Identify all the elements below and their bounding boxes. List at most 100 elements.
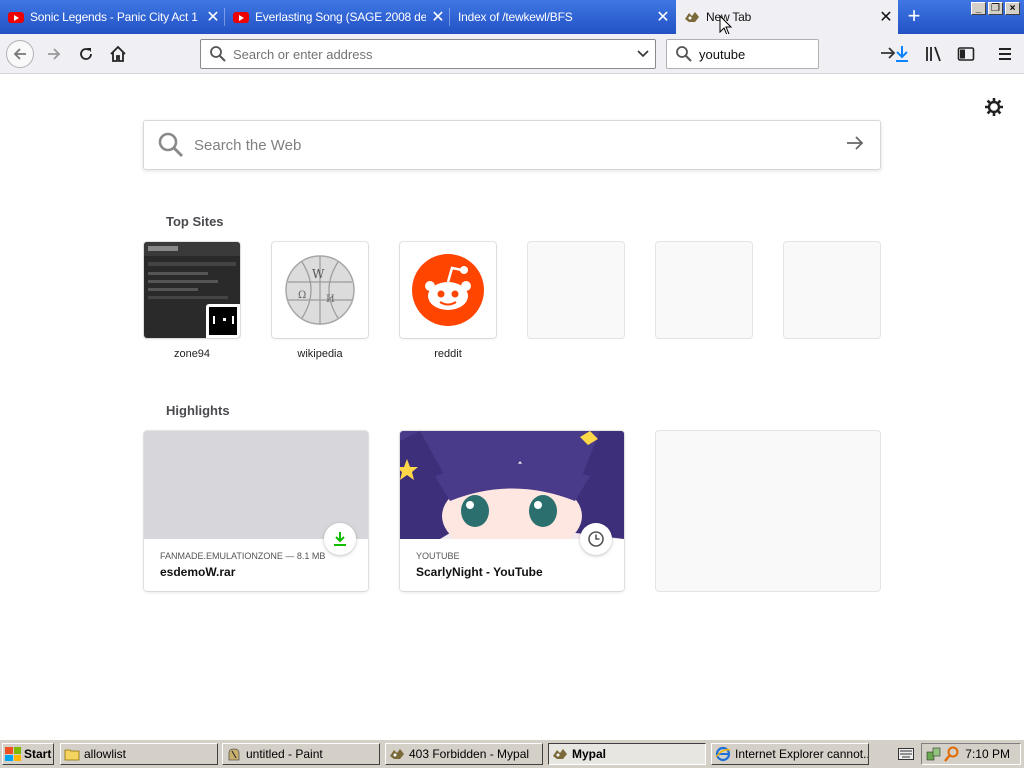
highlight-context: YOUTUBE [416,551,460,561]
tab-title: Everlasting Song (SAGE 2008 dem [255,10,426,24]
close-tab-icon[interactable]: ✕ [651,7,675,27]
close-tab-icon[interactable]: ✕ [201,7,225,27]
close-window-button[interactable]: × [1005,2,1020,15]
task-label: allowlist [84,747,127,761]
address-bar[interactable] [200,39,656,69]
youtube-icon [8,11,24,23]
sidebar-button[interactable] [954,42,978,66]
highlight-title: ScarlyNight - YouTube [416,565,543,579]
reddit-alien-icon [412,254,484,326]
top-sites-heading: Top Sites [166,214,224,229]
new-tab-button[interactable]: + [902,5,926,28]
ie-icon [715,746,731,762]
task-label: 403 Forbidden - Mypal [409,747,530,761]
mypal-icon [390,749,404,759]
download-badge [324,523,356,555]
task-label: Internet Explorer cannot... [735,747,869,761]
home-button[interactable] [104,40,132,68]
reload-button[interactable] [72,40,100,68]
search-icon [210,46,226,62]
close-tab-icon[interactable]: ✕ [426,7,450,27]
youtube-icon [233,11,249,23]
start-button[interactable]: Start [2,743,54,765]
downloads-button[interactable] [890,42,914,66]
arrow-left-icon [13,48,26,60]
new-tab-page: Top Sites zone94 W Ω И [0,75,1024,739]
keyboard-icon[interactable] [898,748,914,760]
start-label: Start [24,747,52,761]
download-icon [896,46,908,62]
paint-icon [228,748,240,761]
hamburger-menu-icon [999,48,1011,60]
highlights-heading: Highlights [166,403,230,418]
highlight-empty-slot [656,431,880,591]
search-icon [158,132,184,158]
top-site-empty-slot[interactable] [784,242,880,338]
library-icon [926,46,941,62]
system-tray: 7:10 PM [921,743,1021,765]
task-403-forbidden[interactable]: 403 Forbidden - Mypal [385,743,543,765]
library-button[interactable] [922,42,946,66]
search-bar[interactable] [666,39,896,69]
windows-logo-icon [5,747,21,761]
web-search-go-button[interactable] [830,134,880,157]
forward-button[interactable] [40,40,68,68]
arrow-right-icon [48,48,61,60]
chevron-down-icon[interactable] [631,47,655,61]
sidebar-icon [957,47,975,61]
tab-strip: Sonic Legends - Panic City Act 1 Sr ✕ Ev… [0,0,1024,36]
top-site-label: wikipedia [297,348,343,360]
gear-icon[interactable] [982,95,1006,119]
tab-title: Sonic Legends - Panic City Act 1 Sr [30,10,201,24]
zone94-favicon [206,304,240,338]
svg-text:W: W [312,267,325,281]
window-controls: _ ❐ × [971,2,1020,15]
top-site-label: reddit [434,348,462,360]
mypal-icon [685,12,699,22]
windows-taskbar: Start allowlist untitled - Paint 403 For… [0,739,1024,768]
top-site-wikipedia[interactable]: W Ω И [272,242,368,338]
clock: 7:10 PM [965,747,1010,761]
web-search-input[interactable] [194,136,830,154]
svg-text:Ω: Ω [298,290,306,301]
top-site-label: zone94 [173,348,211,360]
tab-title: Index of /tewkewl/BFS [458,10,573,24]
wikipedia-globe-icon: W Ω И [285,255,355,325]
web-search-box[interactable] [143,120,881,170]
tab-index-bfs[interactable]: Index of /tewkewl/BFS ✕ [450,0,675,34]
mypal-icon [553,749,567,759]
back-button[interactable] [6,40,34,68]
highlight-context: FANMADE.EMULATIONZONE — 8.1 MB [160,551,326,561]
network-icon[interactable] [926,746,942,762]
minimize-button[interactable]: _ [971,2,986,15]
highlight-card-esdemo[interactable]: FANMADE.EMULATIONZONE — 8.1 MB esdemoW.r… [144,431,368,591]
top-site-zone94[interactable] [144,242,240,338]
folder-icon [64,749,80,761]
task-internet-explorer[interactable]: Internet Explorer cannot... [711,743,869,765]
task-label: untitled - Paint [246,747,323,761]
svg-text:И: И [326,294,335,305]
task-allowlist[interactable]: allowlist [60,743,218,765]
menu-button[interactable] [993,42,1017,66]
search-input[interactable] [699,46,875,62]
top-site-reddit[interactable] [400,242,496,338]
close-tab-icon[interactable]: ✕ [874,7,898,27]
history-badge [580,523,612,555]
download-icon [334,532,346,546]
highlight-title: esdemoW.rar [160,565,236,579]
tab-new-tab[interactable]: New Tab ✕ [676,0,898,34]
address-input[interactable] [233,46,631,62]
highlight-card-scarlynight[interactable]: YOUTUBE ScarlyNight - YouTube [400,431,624,591]
task-label: Mypal [572,747,607,761]
tab-everlasting-song[interactable]: Everlasting Song (SAGE 2008 dem ✕ [225,0,450,34]
task-paint[interactable]: untitled - Paint [222,743,380,765]
task-mypal[interactable]: Mypal [548,743,706,765]
tab-sonic-legends[interactable]: Sonic Legends - Panic City Act 1 Sr ✕ [0,0,225,34]
top-site-empty-slot[interactable] [656,242,752,338]
search-icon [676,46,692,62]
top-site-empty-slot[interactable] [528,242,624,338]
search-tray-icon[interactable] [944,746,960,762]
reload-icon [80,48,92,60]
restore-button[interactable]: ❐ [988,2,1003,15]
arrow-right-icon [847,135,864,150]
